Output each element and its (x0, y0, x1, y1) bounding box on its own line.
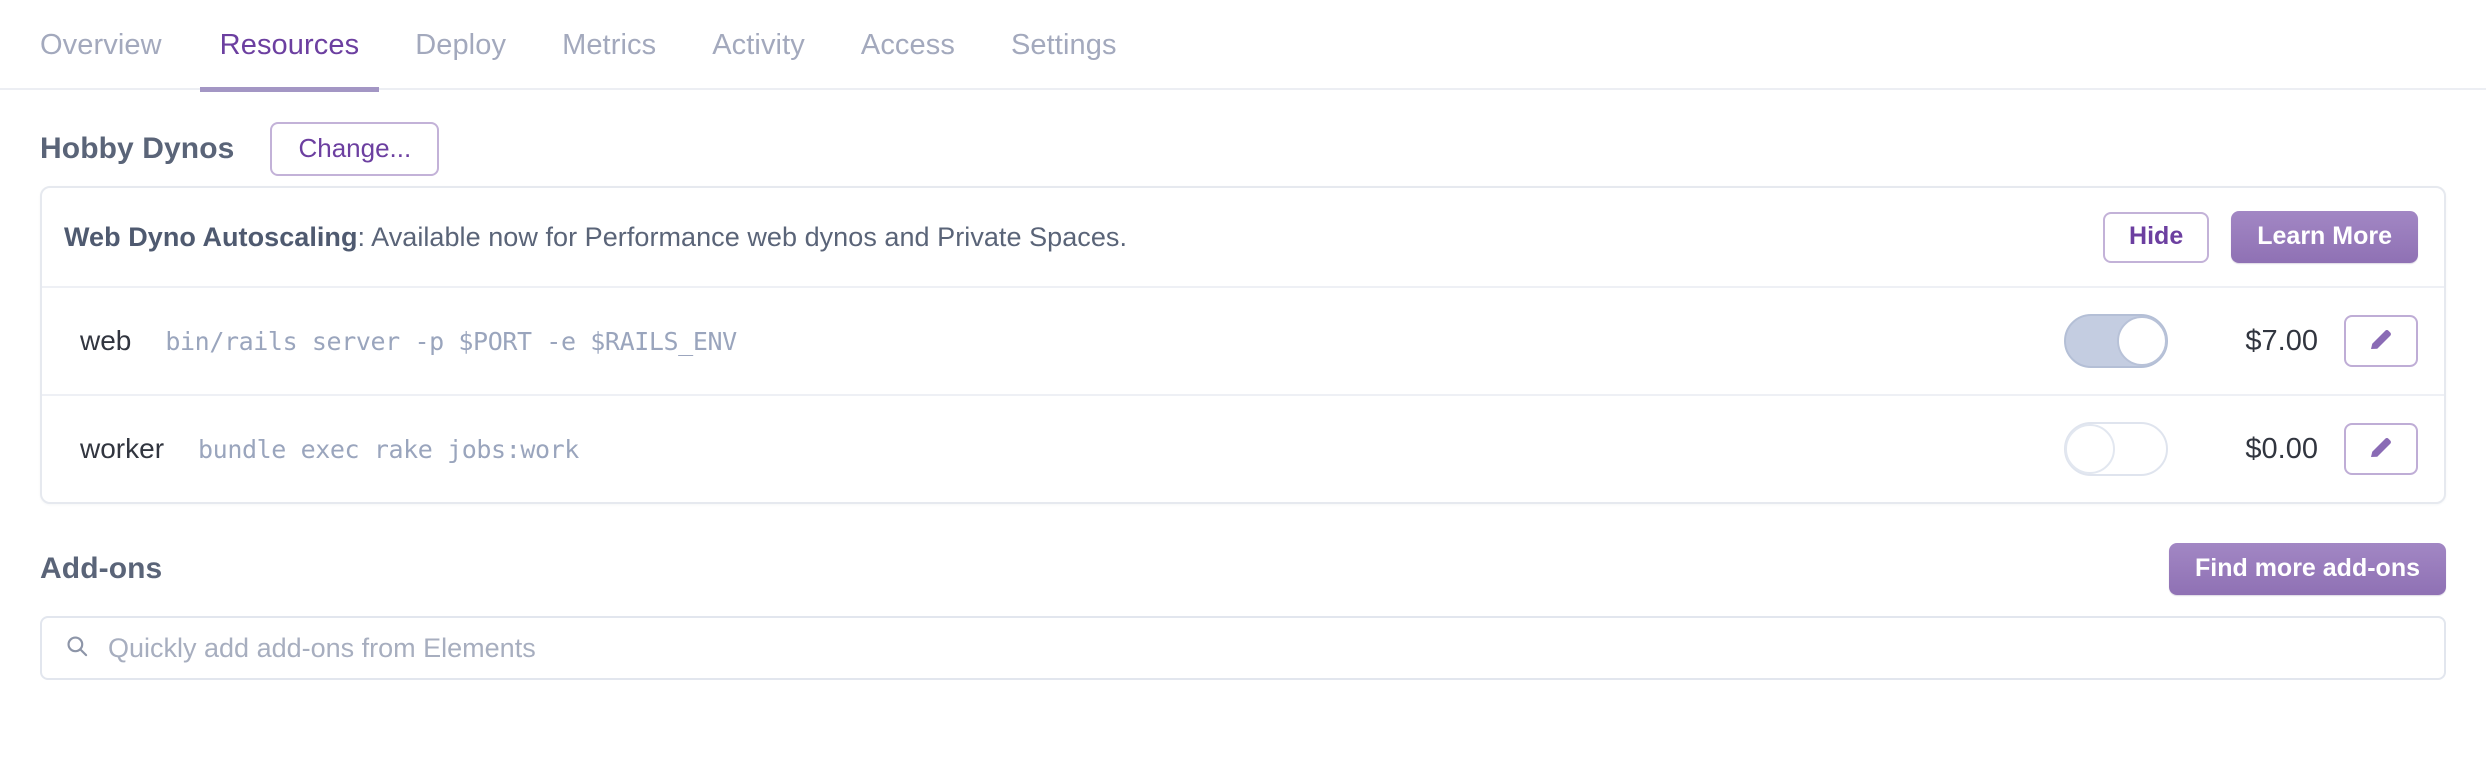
addons-section-header: Add-ons Find more add-ons (40, 504, 2446, 608)
tab-label: Deploy (415, 28, 507, 61)
pencil-icon (2366, 324, 2396, 359)
tab-label: Resources (219, 28, 360, 61)
addons-search-box[interactable] (40, 616, 2446, 680)
dyno-toggle-worker[interactable] (2064, 422, 2168, 476)
addons-title: Add-ons (40, 552, 163, 585)
autoscaling-banner-title: Web Dyno Autoscaling (64, 221, 358, 252)
dyno-price: $0.00 (2245, 432, 2318, 465)
addons-search-input[interactable] (108, 618, 2422, 678)
pencil-icon (2366, 432, 2396, 467)
tab-label: Metrics (562, 28, 657, 61)
tab-activity[interactable]: Activity (684, 0, 833, 90)
autoscaling-banner-row: Web Dyno Autoscaling: Available now for … (42, 188, 2444, 286)
tab-settings[interactable]: Settings (983, 0, 1145, 90)
dyno-command: bundle exec rake jobs:work (198, 434, 579, 464)
hide-banner-button[interactable]: Hide (2103, 211, 2210, 263)
dyno-row-web: web bin/rails server -p $PORT -e $RAILS_… (42, 286, 2444, 394)
edit-dyno-web-button[interactable] (2344, 315, 2418, 367)
dyno-name: worker (80, 433, 165, 464)
tab-resources[interactable]: Resources (192, 0, 388, 92)
toggle-knob (2065, 424, 2115, 474)
dyno-name: web (80, 325, 132, 356)
dynos-section-header: Hobby Dynos Change... (40, 90, 2446, 186)
change-dynos-button[interactable]: Change... (270, 122, 440, 176)
dyno-command: bin/rails server -p $PORT -e $RAILS_ENV (165, 326, 737, 356)
tab-access[interactable]: Access (833, 0, 983, 90)
tab-label: Overview (40, 28, 162, 61)
edit-dyno-worker-button[interactable] (2344, 423, 2418, 475)
tab-label: Activity (712, 28, 805, 61)
find-more-addons-button[interactable]: Find more add-ons (2169, 543, 2446, 595)
autoscaling-banner-text: Web Dyno Autoscaling: Available now for … (64, 222, 2103, 253)
tab-overview[interactable]: Overview (40, 0, 192, 90)
tab-deploy[interactable]: Deploy (387, 0, 534, 90)
tab-metrics[interactable]: Metrics (534, 0, 684, 90)
dynos-card: Web Dyno Autoscaling: Available now for … (40, 186, 2446, 504)
page-title: Hobby Dynos (40, 132, 235, 165)
autoscaling-banner-body: : Available now for Performance web dyno… (357, 221, 1128, 252)
primary-tab-bar: Overview Resources Deploy Metrics Activi… (0, 0, 2486, 92)
tab-label: Access (860, 28, 955, 61)
search-icon (64, 633, 90, 664)
dyno-row-worker: worker bundle exec rake jobs:work $0.00 (42, 394, 2444, 502)
dyno-price: $7.00 (2245, 324, 2318, 357)
learn-more-button[interactable]: Learn More (2231, 211, 2418, 263)
page-content: Hobby Dynos Change... Web Dyno Autoscali… (0, 90, 2486, 680)
dyno-toggle-web[interactable] (2064, 314, 2168, 368)
toggle-knob (2117, 316, 2167, 366)
tab-label: Settings (1010, 28, 1117, 61)
